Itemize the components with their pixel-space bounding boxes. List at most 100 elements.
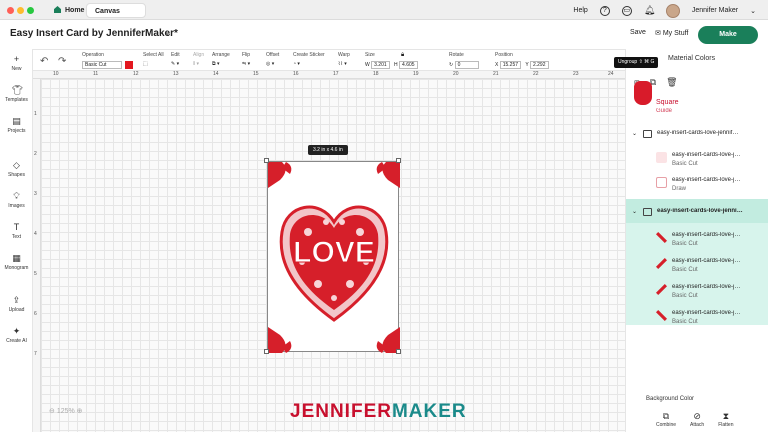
trash-icon[interactable]: 🗑︎ — [666, 77, 677, 88]
bell-icon[interactable]: 🔔︎ — [644, 5, 655, 16]
make-button[interactable]: Make — [698, 26, 758, 44]
rail-upload[interactable]: ⇪ Upload — [0, 295, 33, 313]
create-sticker-button[interactable]: Create Sticker ◔ ▾ — [293, 52, 325, 67]
rail-projects[interactable]: ▤ Projects — [0, 116, 33, 134]
flatten-button[interactable]: ⧗ Flatten — [718, 411, 733, 428]
save-button[interactable]: Save — [630, 29, 646, 36]
arrange-icon: ⧉ ▾ — [212, 61, 220, 67]
maximize-window-icon[interactable] — [27, 7, 34, 14]
size-control: Size W 3.201 H 4.605 — [365, 52, 421, 69]
zoom-in-icon[interactable]: ⊕ — [75, 408, 83, 415]
attach-icon: ⊘ — [693, 411, 701, 421]
ruler-top: 10 11 12 13 14 15 16 17 18 19 20 21 22 2… — [33, 71, 625, 79]
text-icon: T — [13, 222, 20, 232]
edit-toolbar: ↶ ↷ Operation Basic Cut Select All ⬚ Edit… — [0, 49, 625, 71]
zoom-out-icon[interactable]: ⊖ — [49, 408, 57, 415]
undo-icon[interactable]: ↶ — [40, 56, 48, 67]
chevron-down-icon[interactable]: ⌄ — [632, 208, 637, 215]
close-window-icon[interactable] — [7, 7, 14, 14]
rail-text[interactable]: T Text — [0, 222, 33, 240]
tab-canvas[interactable]: Canvas — [86, 3, 146, 18]
resize-handle[interactable] — [396, 158, 401, 163]
images-icon: 💡︎ — [13, 191, 20, 201]
layers-panel: Material Colors Ungroup ⇧ ⌘ G ⧈ ⧉ 🗑︎ Squ… — [614, 49, 768, 432]
offset-button[interactable]: Offset ◎ ▾ — [266, 52, 279, 67]
rail-shapes[interactable]: ◇ Shapes — [0, 160, 33, 178]
ruler-tick: 21 — [493, 71, 499, 77]
resize-handle[interactable] — [264, 158, 269, 163]
position-control: Position X 15.257 Y 2.292 — [495, 52, 552, 69]
ruler-tick: 20 — [453, 71, 459, 77]
ruler-tick: 2 — [34, 151, 37, 157]
edit-button[interactable]: Edit ✎ ▾ — [171, 52, 180, 67]
rail-templates[interactable]: 👕︎ Templates — [0, 85, 33, 103]
warp-icon: ⌇⌇ ▾ — [338, 61, 347, 67]
combine-button[interactable]: ⧉ Combine — [656, 411, 676, 428]
chevron-down-icon[interactable]: ⌄ — [750, 7, 756, 15]
monogram-icon: ▦ — [12, 253, 21, 263]
select-all-button[interactable]: Select All ⬚ — [143, 52, 164, 67]
height-input[interactable]: 4.605 — [399, 61, 418, 69]
chevron-down-icon[interactable]: ⌄ — [165, 29, 172, 38]
user-name[interactable]: Jennifer Maker — [692, 7, 738, 14]
rail-images[interactable]: 💡︎ Images — [0, 191, 33, 209]
align-button[interactable]: Align ⫴ ▾ — [193, 52, 204, 67]
layer-thumbnail — [656, 177, 667, 188]
my-stuff-button[interactable]: ✉ My Stuff — [655, 29, 688, 37]
color-swatch[interactable] — [125, 61, 133, 69]
rotate-input[interactable]: 0 — [454, 61, 479, 69]
position-x-input[interactable]: 15.257 — [499, 61, 522, 69]
background-color-label[interactable]: Background Color — [646, 396, 694, 402]
layer-square[interactable]: Square — [656, 99, 679, 106]
help-icon[interactable]: ? — [599, 5, 610, 16]
plus-icon: + — [13, 54, 20, 64]
rotate-control: Rotate ↻ 0 — [449, 52, 482, 69]
ruler-tick: 15 — [253, 71, 259, 77]
watermark-logo: JENNIFERMAKER — [290, 401, 467, 422]
os-title-bar: Home Canvas Help ? ▭ 🔔︎ Jennifer Maker ⌄ — [0, 0, 768, 20]
minimize-window-icon[interactable] — [17, 7, 24, 14]
rail-monogram[interactable]: ▦ Monogram — [0, 253, 33, 271]
resize-handle[interactable] — [264, 349, 269, 354]
rail-create-ai[interactable]: ✦ Create AI — [0, 326, 33, 344]
arrange-button[interactable]: Arrange ⧉ ▾ — [212, 52, 230, 67]
layer-square-guide: Guide — [656, 108, 673, 114]
pencil-icon: ✎ ▾ — [171, 61, 180, 67]
shapes-icon: ◇ — [13, 160, 20, 170]
title-row: Easy Insert Card by JenniferMaker* ⌄ Sav… — [0, 21, 768, 48]
width-input[interactable]: 3.201 — [371, 61, 390, 69]
pointer-hand-icon — [634, 81, 652, 105]
ruler-tick: 12 — [133, 71, 139, 77]
flip-button[interactable]: Flip ⇋ ▾ — [242, 52, 250, 67]
ruler-tick: 4 — [34, 231, 37, 237]
resize-handle[interactable] — [396, 349, 401, 354]
left-rail: + New 👕︎ Templates ▤ Projects ◇ Shapes 💡︎ Ima… — [0, 49, 33, 432]
material-colors-label[interactable]: Material Colors — [668, 55, 715, 62]
projects-icon: ▤ — [12, 116, 21, 126]
ruler-tick: 16 — [293, 71, 299, 77]
project-title[interactable]: Easy Insert Card by JenniferMaker* — [10, 28, 178, 39]
help-link[interactable]: Help — [573, 7, 587, 14]
avatar[interactable] — [665, 3, 680, 18]
position-y-input[interactable]: 2.292 — [529, 61, 549, 69]
upload-icon: ⇪ — [12, 295, 21, 305]
redo-icon[interactable]: ↷ — [58, 56, 66, 67]
zoom-control[interactable]: ⊖ 125% ⊕ — [49, 407, 83, 415]
rail-new[interactable]: + New — [0, 54, 33, 72]
ruler-tick: 1 — [34, 111, 37, 117]
offset-icon: ◎ ▾ — [266, 61, 275, 67]
attach-button[interactable]: ⊘ Attach — [690, 411, 704, 428]
ruler-tick: 14 — [213, 71, 219, 77]
chevron-down-icon[interactable]: ⌄ — [632, 130, 637, 137]
align-icon: ⫴ ▾ — [193, 61, 199, 67]
ruler-left: 1 2 3 4 5 6 7 — [33, 79, 41, 432]
ruler-tick: 7 — [34, 351, 37, 357]
lock-icon[interactable]: 🔒︎ — [401, 52, 404, 59]
operation-control[interactable]: Operation Basic Cut — [82, 52, 133, 69]
warp-button[interactable]: Warp ⌇⌇ ▾ — [338, 52, 350, 67]
inbox-icon[interactable]: ▭ — [621, 5, 632, 16]
ruler-tick: 18 — [373, 71, 379, 77]
selected-design[interactable]: LOVE — [267, 161, 400, 353]
operation-select[interactable]: Basic Cut — [82, 61, 122, 69]
ruler-tick: 24 — [608, 71, 614, 77]
